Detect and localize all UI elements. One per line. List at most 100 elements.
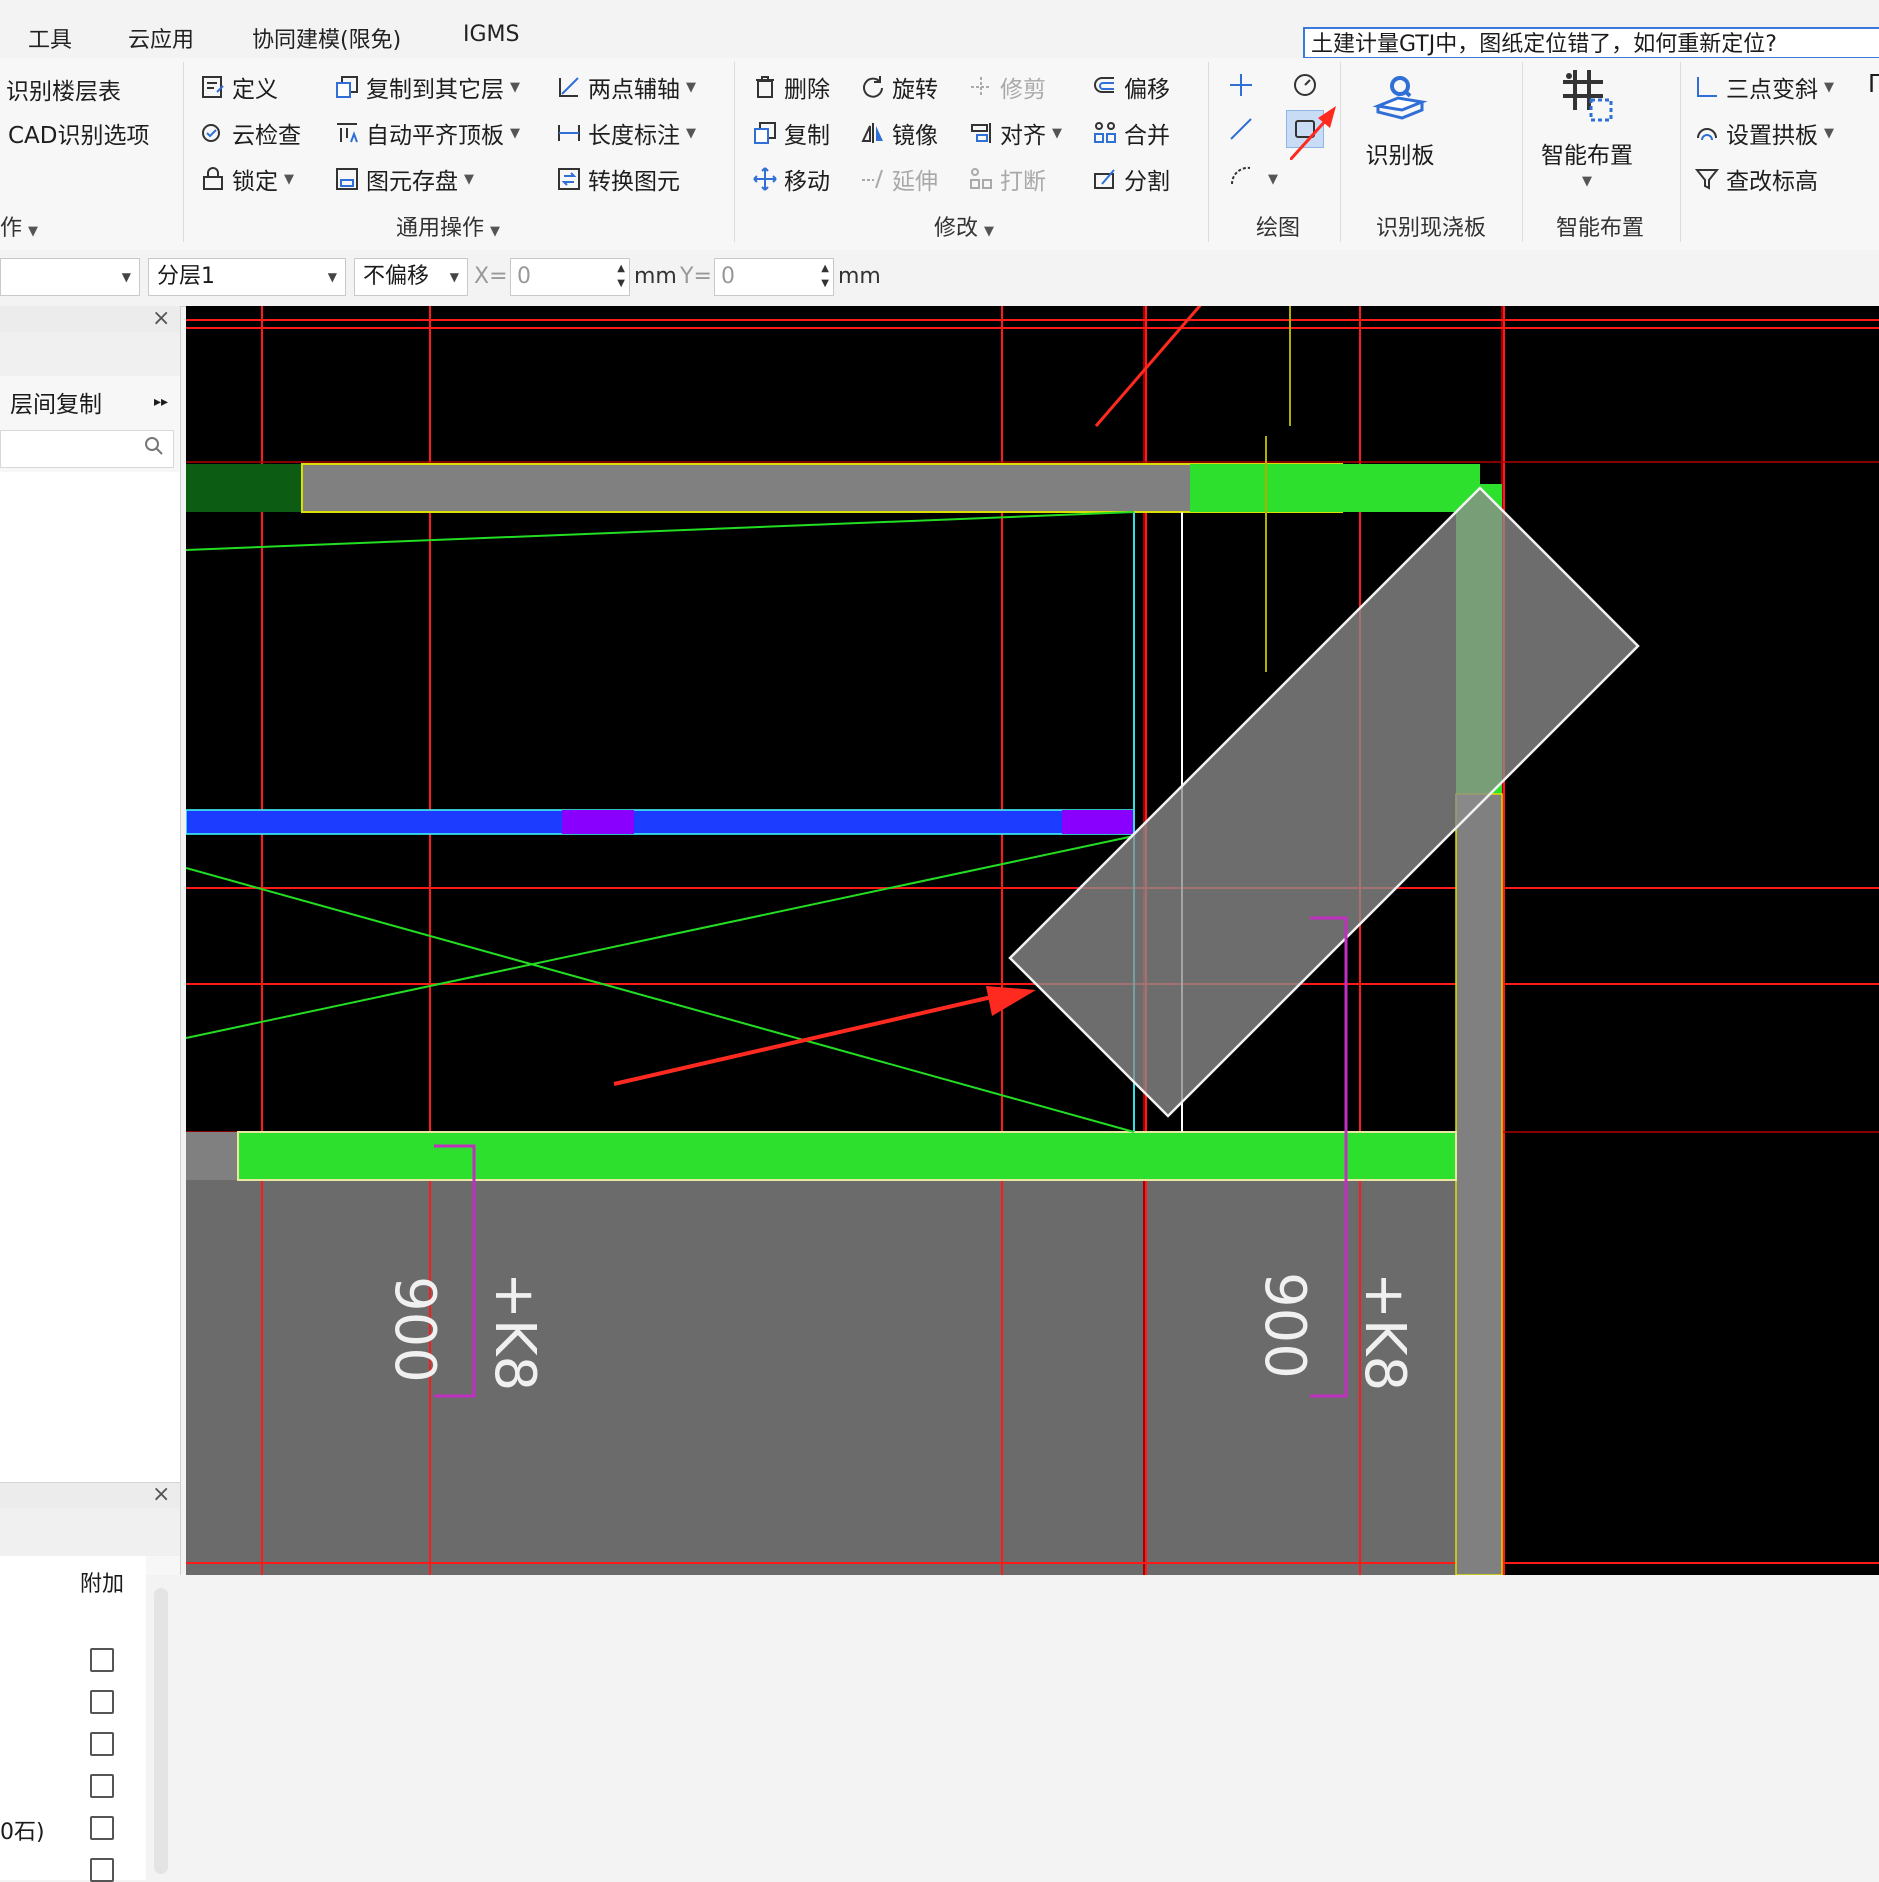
menu-igms[interactable]: IGMS (463, 22, 519, 47)
x-label: X= (474, 264, 508, 289)
left-panel: × 层间复制 ▸▸ × 附加 0石) (0, 306, 181, 1882)
expand-icon[interactable]: ▸▸ (154, 394, 168, 410)
dimension-label-right: 900 (1252, 1272, 1317, 1379)
two-point-axis-button[interactable]: 两点辅轴 ▼ (556, 70, 696, 104)
right-beam-gray[interactable] (1455, 793, 1503, 1575)
bottom-beam-gray-end[interactable] (186, 1132, 238, 1180)
define-button[interactable]: 定义 (200, 70, 278, 104)
panel-search-input[interactable] (0, 430, 174, 468)
search-icon (143, 435, 165, 461)
auto-align-top-button[interactable]: 自动平齐顶板 ▼ (334, 116, 520, 150)
menu-tools[interactable]: 工具 (28, 22, 72, 54)
component-type-select[interactable]: ▼ (0, 258, 140, 296)
y-offset-input[interactable]: 0 ▲ ▼ (714, 258, 834, 296)
close-icon[interactable]: × (152, 306, 170, 331)
copy-button[interactable]: 复制 (752, 116, 830, 150)
properties-tabs (0, 1508, 180, 1556)
check-elevation-label: 查改标高 (1726, 169, 1818, 195)
annotation-arrow-to-slab-corner (613, 986, 1036, 1086)
cad-canvas[interactable]: 900 +K8 900 +K8 (186, 306, 1879, 1575)
attach-checkbox[interactable] (90, 1732, 114, 1756)
lock-icon (200, 166, 226, 192)
menu-collab-modeling[interactable]: 协同建模(限免) (252, 22, 401, 54)
move-button[interactable]: 移动 (752, 162, 830, 196)
layer-select-value: 分层1 (157, 264, 215, 289)
top-beam-dark-segment[interactable] (186, 464, 304, 512)
top-beam-green[interactable] (1190, 464, 1480, 512)
property-toolbar: ▼ 分层1 ▼ 不偏移 ▼ X= 0 ▲ ▼ mm Y= 0 ▲ ▼ mm (0, 250, 1879, 307)
x-offset-value: 0 (517, 264, 531, 289)
align-icon (968, 120, 994, 146)
rotate-label: 旋转 (892, 77, 938, 103)
mirror-button[interactable]: 镜像 (860, 116, 938, 150)
x-offset-input[interactable]: 0 ▲ ▼ (510, 258, 630, 296)
y-label: Y= (680, 264, 712, 289)
component-tree[interactable] (0, 472, 180, 1482)
three-point-slope-label: 三点变斜 (1726, 77, 1818, 103)
properties-table-header: 附加 (0, 1556, 146, 1601)
attach-checkbox[interactable] (90, 1858, 114, 1882)
break-icon (968, 166, 994, 192)
auto-align-label: 自动平齐顶板 (366, 123, 504, 149)
line-draw-icon[interactable] (1228, 116, 1254, 142)
attach-checkbox[interactable] (90, 1816, 114, 1840)
group-label-smart-layout: 智能布置 (1556, 216, 1645, 241)
smart-layout-button[interactable]: 智能布置 ▼ (1532, 66, 1642, 189)
set-arch-slab-button[interactable]: 设置拱板 ▼ (1694, 116, 1834, 150)
align-button[interactable]: 对齐 ▼ (968, 116, 1062, 150)
convert-element-button[interactable]: 转换图元 (556, 162, 680, 196)
circle-draw-icon[interactable] (1292, 72, 1318, 98)
elevation-icon (1694, 166, 1720, 192)
panel-tabs (0, 332, 180, 376)
middle-beam-blue[interactable] (186, 809, 1135, 835)
offset-select[interactable]: 不偏移 ▼ (354, 258, 468, 296)
bottom-beam-green[interactable] (237, 1131, 1457, 1181)
extend-button[interactable]: 延伸 (860, 162, 938, 196)
top-beam-gray[interactable] (301, 463, 1343, 513)
search-input[interactable]: 土建计量GTJ中，图纸定位错了，如何重新定位? (1303, 27, 1879, 59)
delete-button[interactable]: 删除 (752, 70, 830, 104)
properties-scrollbar[interactable] (154, 1588, 168, 1874)
merge-button[interactable]: 合并 (1092, 116, 1170, 150)
close-icon[interactable]: × (152, 1482, 170, 1507)
rotate-button[interactable]: 旋转 (860, 70, 938, 104)
lock-button[interactable]: 锁定 ▼ (200, 162, 294, 196)
merge-label: 合并 (1124, 123, 1170, 149)
trim-button[interactable]: 修剪 (968, 70, 1046, 104)
break-button[interactable]: 打断 (968, 162, 1046, 196)
attach-column-header: 附加 (80, 1572, 125, 1597)
check-elevation-button[interactable]: 查改标高 (1694, 162, 1818, 196)
trim-icon (968, 74, 994, 100)
cad-options-button[interactable]: CAD识别选项 (8, 116, 150, 150)
x-spinner-icon[interactable]: ▲ ▼ (617, 261, 625, 291)
two-point-axis-icon (556, 74, 582, 100)
recognize-slab-button[interactable]: 识别板 (1360, 72, 1440, 170)
split-button[interactable]: 分割 (1092, 162, 1170, 196)
attach-checkbox[interactable] (90, 1648, 114, 1672)
annotation-arrow-to-rectangle-tool (1094, 306, 1202, 427)
arc-dropdown-icon[interactable]: ▼ (1268, 172, 1278, 187)
y-spinner-icon[interactable]: ▲ ▼ (821, 261, 829, 291)
smart-layout-dropdown-icon[interactable]: ▼ (1582, 174, 1592, 189)
attach-checkbox[interactable] (90, 1774, 114, 1798)
floor-copy-button[interactable]: 层间复制 ▸▸ (0, 380, 180, 424)
menu-cloud-app[interactable]: 云应用 (128, 22, 194, 54)
copy-layer-label: 复制到其它层 (366, 77, 504, 103)
three-point-slope-button[interactable]: 三点变斜 ▼ (1694, 70, 1834, 104)
extend-icon (860, 166, 886, 192)
arc-draw-icon[interactable] (1228, 162, 1254, 188)
layer-select[interactable]: 分层1 ▼ (148, 258, 346, 296)
extend-label: 延伸 (892, 169, 938, 195)
mirror-icon (860, 120, 886, 146)
offset-button[interactable]: 偏移 (1092, 70, 1170, 104)
save-element-button[interactable]: 图元存盘 ▼ (334, 162, 474, 196)
recognize-floor-table-button[interactable]: 识别楼层表 (6, 72, 121, 106)
point-draw-icon[interactable] (1228, 72, 1254, 98)
cloud-check-button[interactable]: 云检查 (200, 116, 301, 150)
copy-to-other-layer-button[interactable]: 复制到其它层 ▼ (334, 70, 520, 104)
rotated-slab[interactable] (1008, 486, 1640, 1118)
rotate-icon (860, 74, 886, 100)
attach-checkbox[interactable] (90, 1690, 114, 1714)
length-dimension-button[interactable]: 长度标注 ▼ (556, 116, 696, 150)
length-dimension-label: 长度标注 (588, 123, 680, 149)
